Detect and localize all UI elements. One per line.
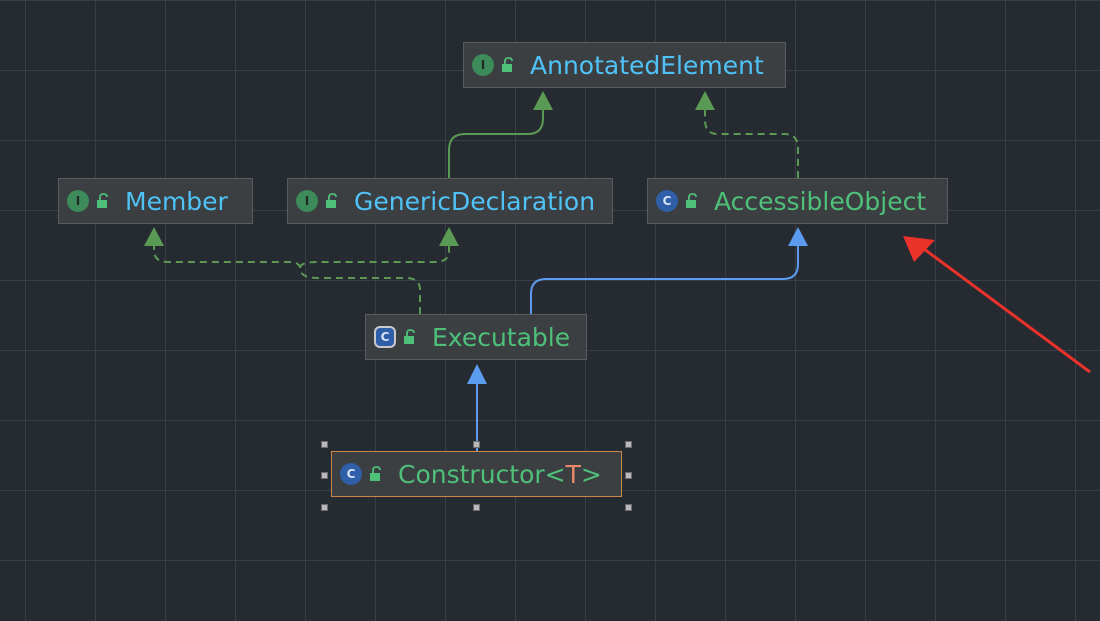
- selection-handle-bottom-center[interactable]: [473, 504, 480, 511]
- annotation-arrow-shaft: [919, 244, 1091, 374]
- node-label: AccessibleObject: [714, 186, 927, 216]
- node-label: GenericDeclaration: [354, 186, 596, 216]
- node-annotatedelement[interactable]: I AnnotatedElement: [463, 42, 786, 88]
- unlocked-padlock-icon: [402, 329, 418, 345]
- final-class-icon: C: [340, 463, 362, 485]
- node-executable[interactable]: C Executable: [365, 314, 587, 360]
- type-bracket-open: <: [544, 459, 566, 489]
- interface-icon: I: [472, 54, 494, 76]
- arrowhead-executable: [467, 364, 487, 384]
- unlocked-padlock-icon: [500, 57, 516, 73]
- selection-handle-top-center[interactable]: [473, 441, 480, 448]
- node-label: Executable: [432, 322, 571, 352]
- selection-handle-top-left[interactable]: [321, 441, 328, 448]
- uml-diagram-canvas[interactable]: I AnnotatedElement I Member I GenericDec…: [0, 0, 1100, 621]
- annotation-arrow-head: [903, 236, 935, 262]
- node-constructor[interactable]: C Constructor<T>: [331, 451, 622, 497]
- abstract-class-icon: C: [374, 326, 396, 348]
- interface-icon: I: [67, 190, 89, 212]
- edge-executable-member: [153, 244, 421, 314]
- selection-handle-bottom-left[interactable]: [321, 504, 328, 511]
- unlocked-padlock-icon: [684, 193, 700, 209]
- type-parameter: T: [565, 459, 581, 489]
- node-label: Constructor<T>: [398, 460, 602, 489]
- edge-accessibleobject-annotatedelement: [704, 108, 799, 178]
- edge-executable-accessibleobject: [530, 244, 799, 314]
- edge-genericdeclaration-annotatedelement: [448, 108, 544, 178]
- node-label: Member: [125, 186, 228, 216]
- arrowhead-member: [144, 227, 164, 246]
- selection-handle-middle-right[interactable]: [625, 472, 632, 479]
- class-name: Constructor: [398, 459, 545, 489]
- node-genericdeclaration[interactable]: I GenericDeclaration: [287, 178, 613, 224]
- edges-layer: [144, 91, 1091, 451]
- unlocked-padlock-icon: [95, 193, 111, 209]
- unlocked-padlock-icon: [368, 466, 384, 482]
- node-member[interactable]: I Member: [58, 178, 253, 224]
- type-bracket-close: >: [580, 459, 602, 489]
- selection-handle-middle-left[interactable]: [321, 472, 328, 479]
- edge-executable-genericdeclaration: [299, 244, 450, 269]
- arrowhead-annotatedelement-right: [695, 91, 715, 110]
- node-label: AnnotatedElement: [530, 50, 764, 80]
- selection-handle-top-right[interactable]: [625, 441, 632, 448]
- node-accessibleobject[interactable]: C AccessibleObject: [647, 178, 948, 224]
- arrowhead-annotatedelement-left: [533, 91, 553, 110]
- class-icon: C: [656, 190, 678, 212]
- selection-handle-bottom-right[interactable]: [625, 504, 632, 511]
- arrowhead-accessibleobject: [788, 227, 808, 246]
- unlocked-padlock-icon: [324, 193, 340, 209]
- arrowhead-genericdeclaration: [439, 227, 459, 246]
- interface-icon: I: [296, 190, 318, 212]
